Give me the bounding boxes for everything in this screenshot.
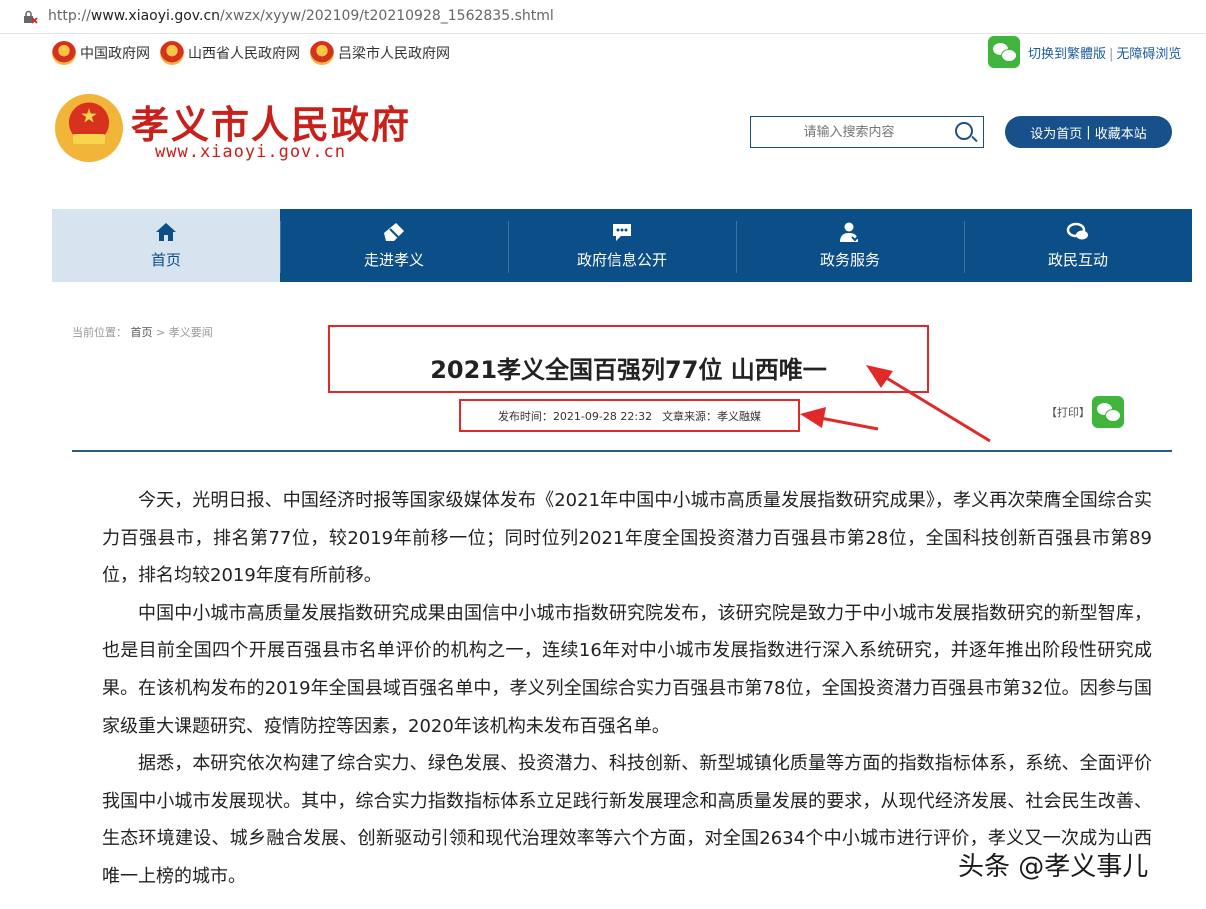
wechat-share-icon[interactable] — [1092, 396, 1124, 428]
top-right-tools: 切换到繁體版 | 无障碍浏览 — [988, 36, 1181, 68]
national-emblem-icon — [310, 41, 334, 65]
address-bar[interactable]: http://www.xiaoyi.gov.cn/xwzx/xyyw/20210… — [0, 0, 1206, 34]
breadcrumb: 当前位置： 首页 > 孝义要闻 — [72, 326, 213, 339]
publish-time: 2021-09-28 22:32 — [552, 410, 653, 423]
site-name: 孝义市人民政府 — [131, 102, 412, 147]
home-bookmark-button: 设为首页 | 收藏本站 — [1005, 116, 1172, 148]
chat-icon — [1066, 222, 1088, 240]
watermark: 头条 @孝义事儿 — [958, 852, 1149, 882]
nav-gov-info[interactable]: 政府信息公开 — [508, 209, 736, 282]
nav-about-xiaoyi[interactable]: 走进孝义 — [280, 209, 508, 282]
breadcrumb-home[interactable]: 首页 — [131, 326, 153, 339]
gov-link-shanxi[interactable]: 山西省人民政府网 — [160, 41, 300, 65]
search-input[interactable] — [751, 117, 947, 147]
annotation-arrow-meta — [800, 407, 879, 431]
breadcrumb-section[interactable]: 孝义要闻 — [169, 326, 213, 339]
site-domain: www.xiaoyi.gov.cn — [155, 142, 346, 162]
eraser-icon — [384, 223, 404, 241]
nav-citizen-interaction[interactable]: 政民互动 — [964, 209, 1192, 282]
national-emblem-icon — [55, 94, 123, 162]
article-paragraph: 中国中小城市高质量发展指数研究成果由国信中小城市指数研究院发布，该研究院是致力于… — [102, 602, 1152, 737]
gov-link-central[interactable]: 中国政府网 — [52, 41, 150, 65]
set-home-link[interactable]: 设为首页 — [1030, 123, 1082, 142]
search-icon[interactable] — [955, 122, 973, 140]
site-logo[interactable]: 孝义市人民政府 www.xiaoyi.gov.cn — [55, 94, 415, 170]
nav-gov-service[interactable]: 政务服务 — [736, 209, 964, 282]
search-box — [750, 116, 984, 148]
main-nav: 首页 走进孝义 政府信息公开 政务服务 政民互动 — [52, 209, 1192, 282]
message-icon — [613, 224, 631, 241]
accessible-browse-link[interactable]: 无障碍浏览 — [1116, 47, 1181, 62]
gov-link-lvliang[interactable]: 吕梁市人民政府网 — [310, 41, 450, 65]
article-source: 孝义融媒 — [717, 410, 762, 423]
nav-home[interactable]: 首页 — [52, 209, 280, 282]
title-divider — [72, 450, 1172, 452]
bookmark-link[interactable]: 收藏本站 — [1095, 123, 1147, 142]
article-title: 2021孝义全国百强列77位 山西唯一 — [430, 356, 827, 384]
gov-links: 中国政府网 山西省人民政府网 吕梁市人民政府网 — [52, 40, 450, 66]
traditional-chinese-link[interactable]: 切换到繁體版 — [1028, 47, 1106, 62]
home-icon — [156, 223, 176, 241]
article-paragraph: 今天，光明日报、中国经济时报等国家级媒体发布《2021年中国中小城市高质量发展指… — [102, 490, 1152, 587]
article-body: 今天，光明日报、中国经济时报等国家级媒体发布《2021年中国中小城市高质量发展指… — [102, 482, 1152, 896]
not-secure-icon[interactable] — [22, 9, 38, 25]
national-emblem-icon — [52, 41, 76, 65]
user-service-icon — [840, 222, 861, 242]
article-meta: 发布时间：2021-09-28 22:32 文章来源：孝义融媒 — [497, 410, 762, 423]
url-text[interactable]: http://www.xiaoyi.gov.cn/xwzx/xyyw/20210… — [48, 8, 554, 24]
wechat-icon[interactable] — [988, 36, 1020, 68]
national-emblem-icon — [160, 41, 184, 65]
print-link[interactable]: 【打印】 — [1046, 404, 1090, 420]
